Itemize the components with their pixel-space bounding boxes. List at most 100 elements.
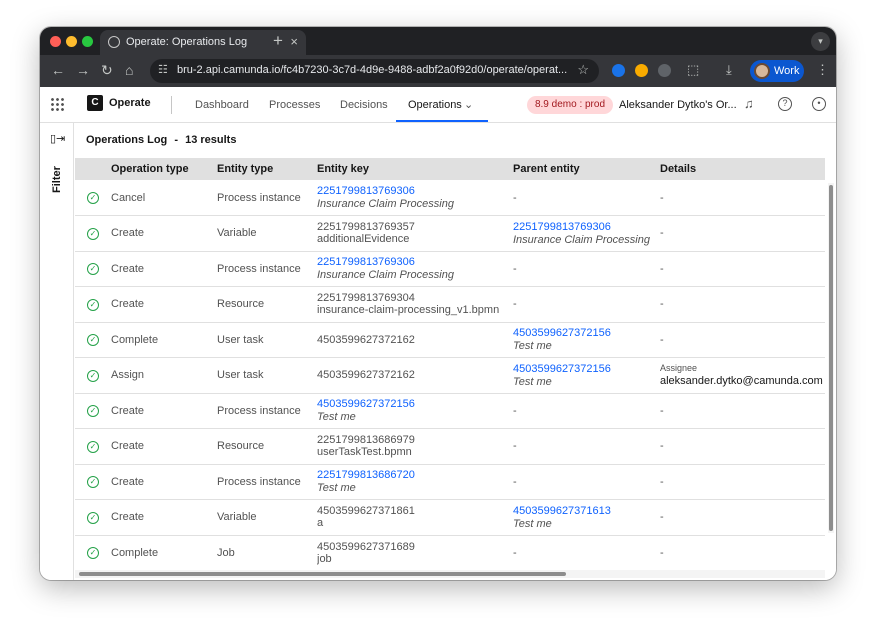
operations-table: Operation type Entity type Entity key Pa…: [75, 158, 825, 568]
entity-key-cell: 2251799813769357 additionalEvidence: [317, 216, 513, 252]
notifications-icon[interactable]: ♫: [744, 96, 754, 111]
extensions-puzzle-icon[interactable]: ⬚: [687, 62, 699, 78]
entity-key: 4503599627372162: [317, 333, 415, 346]
entity-key-link[interactable]: 2251799813686720: [317, 469, 513, 481]
expand-panel-icon[interactable]: ▯⇥: [50, 132, 65, 145]
details-cell: -: [660, 287, 825, 323]
column-entity-key[interactable]: Entity key: [317, 158, 513, 180]
entity-key-link[interactable]: 2251799813769306: [317, 256, 513, 268]
table-row: ✓ Create Resource 2251799813686979 userTaskT…: [75, 429, 825, 465]
maximize-window-button[interactable]: [82, 36, 93, 47]
site-info-icon[interactable]: ☷: [158, 63, 168, 76]
nav-processes[interactable]: Processes: [269, 99, 320, 111]
organization-name[interactable]: Aleksander Dytko's Or...: [619, 99, 737, 111]
entity-type-cell: Process instance: [217, 475, 301, 488]
entity-key-name: Insurance Claim Processing: [317, 269, 454, 282]
parent-entity-name: Insurance Claim Processing: [513, 233, 650, 246]
help-icon[interactable]: ?: [778, 97, 792, 111]
kebab-menu-icon[interactable]: ⋮: [816, 62, 829, 78]
tab-strip: Operate: Operations Log × + ▾: [40, 27, 836, 55]
entity-type-cell: Process instance: [217, 191, 301, 204]
page-title: Operations Log - 13 results: [86, 134, 236, 146]
column-entity-type[interactable]: Entity type: [217, 158, 317, 180]
details-cell: -: [660, 322, 825, 358]
reload-icon[interactable]: ↻: [101, 62, 113, 79]
minimize-window-button[interactable]: [66, 36, 77, 47]
app-switcher-icon[interactable]: [50, 97, 64, 111]
chevron-down-icon[interactable]: ⌄: [464, 98, 473, 111]
details-cell: -: [660, 464, 825, 500]
entity-type-cell: User task: [217, 333, 264, 346]
entity-key-cell: 2251799813769306 Insurance Claim Processi…: [317, 180, 513, 216]
parent-entity-link[interactable]: 4503599627372156: [513, 363, 660, 375]
extension-multicolor-icon[interactable]: [635, 64, 648, 77]
tab-close-icon[interactable]: ×: [290, 34, 298, 49]
operation-type-cell: Complete: [111, 546, 159, 559]
environment-badge: 8.9 demo : prod: [527, 96, 613, 114]
parent-entity-link[interactable]: 2251799813769306: [513, 221, 660, 233]
bookmark-star-icon[interactable]: ☆: [577, 62, 589, 78]
url-field[interactable]: ☷ bru-2.api.camunda.io/fc4b7230-3c7d-4d9…: [150, 59, 599, 83]
entity-key-link[interactable]: 4503599627372156: [317, 398, 513, 410]
filter-toggle[interactable]: Filter: [51, 166, 63, 193]
entity-type-cell: Variable: [217, 227, 257, 240]
parent-entity-name: Test me: [513, 375, 552, 388]
entity-key-name: additionalEvidence: [317, 233, 410, 246]
filter-panel: ▯⇥ Filter: [40, 123, 74, 580]
nav-dashboard[interactable]: Dashboard: [195, 99, 249, 111]
entity-type-cell: Variable: [217, 511, 257, 524]
operation-type-cell: Create: [111, 298, 145, 311]
parent-entity-link[interactable]: 4503599627372156: [513, 327, 660, 339]
entity-key-link[interactable]: 2251799813769306: [317, 185, 513, 197]
parent-entity-cell: 4503599627372156 Test me: [513, 322, 660, 358]
nav-decisions[interactable]: Decisions: [340, 99, 388, 111]
avatar: [754, 63, 770, 79]
home-icon[interactable]: ⌂: [125, 62, 133, 78]
entity-key: 4503599627371861: [317, 505, 415, 518]
parent-entity-cell: -: [513, 429, 660, 465]
entity-key-name: Insurance Claim Processing: [317, 198, 454, 210]
details-cell: Assignee aleksander.dytko@camunda.com: [660, 358, 825, 394]
entity-type-cell: User task: [217, 369, 264, 382]
operation-type-cell: Create: [111, 404, 145, 417]
parent-entity-link[interactable]: 4503599627371613: [513, 505, 660, 517]
operation-type-cell: Cancel: [111, 191, 146, 204]
table-row: ✓ Create Process instance 2251799813769306 I…: [75, 251, 825, 287]
column-details[interactable]: Details: [660, 158, 825, 180]
entity-key-name: Test me: [317, 411, 356, 424]
details-cell: -: [660, 393, 825, 429]
details-value: -: [660, 546, 664, 559]
new-tab-icon[interactable]: +: [273, 31, 283, 51]
success-check-icon: ✓: [87, 192, 99, 204]
profile-button[interactable]: Work: [750, 60, 804, 82]
status-cell: ✓: [75, 287, 111, 323]
download-icon[interactable]: ⤓: [726, 62, 732, 78]
close-window-button[interactable]: [50, 36, 61, 47]
header-divider: [171, 96, 172, 114]
column-parent-entity[interactable]: Parent entity: [513, 158, 660, 180]
tab-search-icon[interactable]: ▾: [811, 32, 830, 51]
vertical-scroll-thumb[interactable]: [829, 185, 833, 531]
table-row: ✓ Create Variable 2251799813769357 additiona…: [75, 216, 825, 252]
parent-entity: -: [513, 546, 517, 559]
extension-blue-icon[interactable]: [612, 64, 625, 77]
user-icon[interactable]: •: [812, 97, 826, 111]
back-icon[interactable]: ←: [51, 62, 65, 78]
entity-key: 2251799813686979: [317, 434, 415, 447]
parent-entity-name: Test me: [513, 340, 552, 353]
horizontal-scroll-thumb[interactable]: [79, 572, 566, 576]
app-name[interactable]: Operate: [109, 97, 151, 109]
operations-log-panel: Operations Log - 13 results Operation ty…: [75, 123, 836, 580]
parent-entity-cell: -: [513, 535, 660, 568]
app-header: C Operate Dashboard Processes Decisions …: [40, 87, 836, 123]
column-operation-type[interactable]: Operation type: [111, 158, 217, 180]
operation-type-cell: Assign: [111, 369, 145, 382]
parent-entity-name: Test me: [513, 517, 552, 530]
forward-icon[interactable]: →: [76, 62, 90, 78]
table-row: ✓ Complete Job 4503599627371689 job - -: [75, 535, 825, 568]
details-cell: -: [660, 535, 825, 568]
extension-dark-icon[interactable]: [658, 64, 671, 77]
table-header-row: Operation type Entity type Entity key Pa…: [75, 158, 825, 180]
nav-operations[interactable]: Operations: [408, 99, 462, 111]
operation-type-cell: Create: [111, 262, 145, 275]
